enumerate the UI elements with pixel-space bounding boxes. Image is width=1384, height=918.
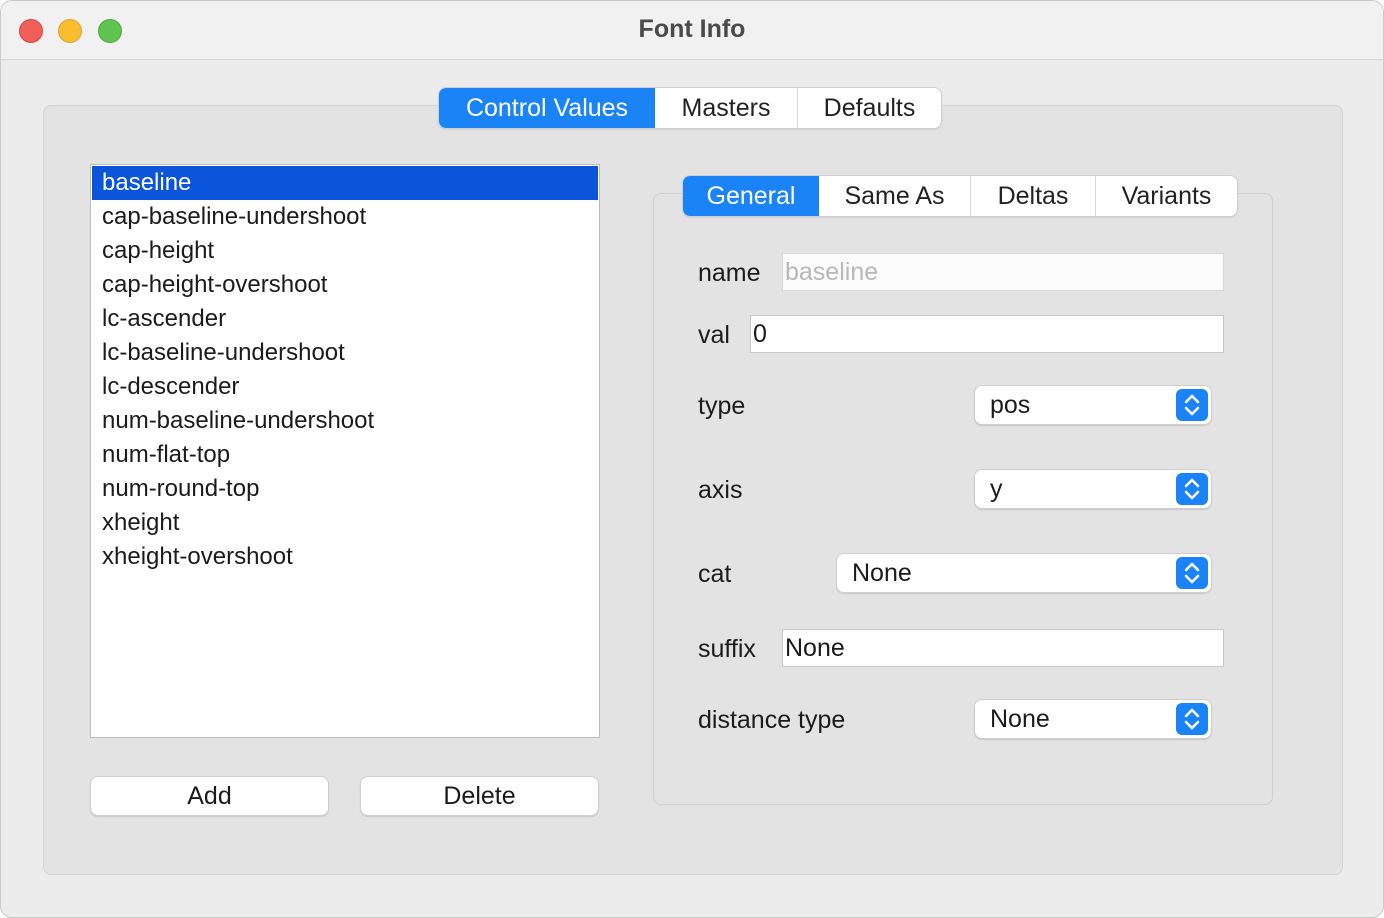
cat-label: cat [698, 560, 732, 588]
axis-select[interactable]: y [974, 469, 1212, 509]
tab-defaults[interactable]: Defaults [798, 88, 941, 128]
delete-button[interactable]: Delete [360, 776, 599, 816]
list-item[interactable]: lc-ascender [91, 302, 599, 336]
list-item[interactable]: baseline [92, 166, 598, 200]
add-button[interactable]: Add [90, 776, 329, 816]
cat-select[interactable]: None [836, 553, 1212, 593]
distance-type-select-value: None [990, 705, 1050, 733]
distance-type-select[interactable]: None [974, 699, 1212, 739]
top-tab-bar: Control Values Masters Defaults [438, 87, 942, 129]
val-label: val [698, 321, 730, 349]
type-select-value: pos [990, 391, 1031, 419]
list-item[interactable]: num-baseline-undershoot [91, 404, 599, 438]
list-item[interactable]: cap-height [91, 234, 599, 268]
name-label: name [698, 259, 761, 287]
chevron-up-down-icon [1176, 389, 1208, 421]
suffix-label: suffix [698, 635, 756, 663]
type-label: type [698, 392, 746, 420]
list-item[interactable]: lc-descender [91, 370, 599, 404]
name-field: baseline [782, 253, 1224, 291]
list-item[interactable]: cap-height-overshoot [91, 268, 599, 302]
cat-select-value: None [852, 559, 912, 587]
val-field[interactable]: 0 [750, 315, 1224, 353]
tab-variants[interactable]: Variants [1096, 176, 1237, 216]
list-item[interactable]: lc-baseline-undershoot [91, 336, 599, 370]
control-values-list[interactable]: baseline cap-baseline-undershoot cap-hei… [90, 164, 600, 738]
tab-same-as[interactable]: Same As [819, 176, 971, 216]
list-item[interactable]: cap-baseline-undershoot [91, 200, 599, 234]
list-item[interactable]: num-flat-top [91, 438, 599, 472]
list-item[interactable]: num-round-top [91, 472, 599, 506]
tab-masters[interactable]: Masters [655, 88, 798, 128]
distance-type-label: distance type [698, 706, 846, 734]
list-item[interactable]: xheight-overshoot [91, 540, 599, 574]
tab-control-values[interactable]: Control Values [439, 88, 655, 128]
tab-general[interactable]: General [683, 176, 819, 216]
chevron-up-down-icon [1176, 473, 1208, 505]
window-title: Font Info [638, 15, 746, 43]
chevron-up-down-icon [1176, 703, 1208, 735]
axis-select-value: y [990, 475, 1003, 503]
axis-label: axis [698, 476, 743, 504]
detail-tab-bar: General Same As Deltas Variants [682, 175, 1238, 217]
list-item[interactable]: xheight [91, 506, 599, 540]
tab-deltas[interactable]: Deltas [971, 176, 1096, 216]
chevron-up-down-icon [1176, 557, 1208, 589]
suffix-field[interactable]: None [782, 629, 1224, 667]
title-bar: Font Info [1, 1, 1383, 60]
type-select[interactable]: pos [974, 385, 1212, 425]
font-info-window: Font Info Control Values Masters Default… [0, 0, 1384, 918]
